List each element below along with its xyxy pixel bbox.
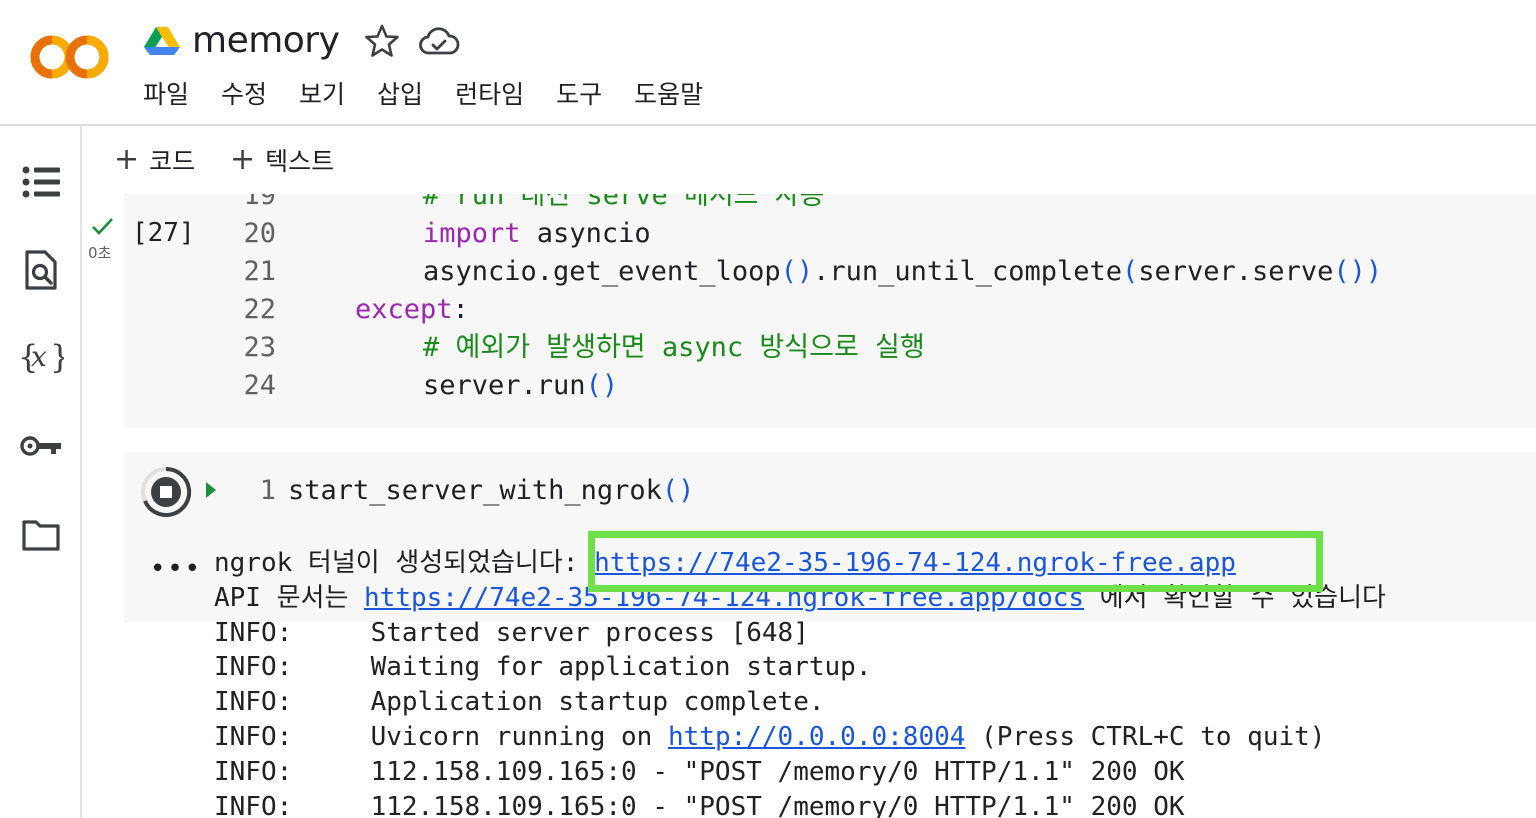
- toc-icon: [22, 166, 60, 198]
- code-token: server.serve: [1138, 256, 1334, 287]
- code-line: except:: [355, 291, 469, 329]
- log-label: INFO:: [214, 617, 293, 648]
- secrets-icon: [20, 436, 61, 456]
- log-message: 112.158.109.165:0 - "POST /memory/0 HTTP…: [370, 791, 1185, 818]
- secrets-button[interactable]: [18, 423, 64, 469]
- keyword: import: [423, 218, 521, 249]
- output-line: INFO: 112.158.109.165:0 - "POST /memory/…: [214, 755, 1386, 790]
- code-line: import asyncio: [423, 215, 651, 253]
- log-message: Waiting for application startup.: [370, 652, 872, 683]
- output-line: INFO: Application startup complete.: [214, 685, 1386, 720]
- find-button[interactable]: [18, 247, 64, 293]
- execution-time: 0초: [88, 244, 112, 262]
- line-number: 1: [259, 475, 276, 506]
- line-number: 23: [243, 332, 276, 363]
- cell-output: ngrok 터널이 생성되었습니다: https://74e2-35-196-7…: [214, 546, 1386, 818]
- code-line: server.run(): [423, 367, 618, 405]
- files-button[interactable]: [18, 512, 64, 558]
- docs-link[interactable]: https://74e2-35-196-74-124.ngrok-free.ap…: [364, 583, 1084, 613]
- star-icon[interactable]: [364, 23, 400, 59]
- bracket: (): [585, 370, 619, 401]
- output-line: API 문서는 https://74e2-35-196-74-124.ngrok…: [214, 581, 1386, 616]
- plus-icon: +: [230, 142, 256, 177]
- bracket: (): [661, 475, 695, 506]
- menu-help[interactable]: 도움말: [634, 76, 703, 116]
- add-code-button[interactable]: + 코드: [114, 140, 195, 180]
- line-number: 19: [243, 194, 276, 211]
- line-number: 21: [243, 256, 276, 287]
- docs-suffix: 에서 확인할 수 있습니다: [1084, 582, 1386, 613]
- uvicorn-link[interactable]: http://0.0.0.0:8004: [668, 722, 965, 752]
- variables-icon: { x }: [18, 338, 64, 376]
- line-number: 24: [243, 370, 276, 401]
- menu-edit[interactable]: 수정: [221, 76, 267, 116]
- log-message: 112.158.109.165:0 - "POST /memory/0 HTTP…: [370, 756, 1185, 787]
- code-line: start_server_with_ngrok(): [288, 472, 694, 510]
- docs-text: API 문서는: [214, 582, 365, 613]
- plus-icon: +: [114, 142, 140, 177]
- code-token: server.run: [423, 370, 586, 401]
- output-line: INFO: Waiting for application startup.: [214, 650, 1386, 685]
- log-message: Started server process [648]: [370, 617, 809, 648]
- bracket: (: [1122, 256, 1139, 287]
- log-message: Application startup complete.: [370, 687, 825, 718]
- log-label: INFO:: [214, 687, 293, 718]
- menu-insert[interactable]: 삽입: [377, 76, 423, 116]
- toc-button[interactable]: [18, 159, 64, 205]
- log-label: INFO:: [214, 791, 293, 818]
- add-code-label: 코드: [149, 147, 196, 176]
- stop-icon[interactable]: [140, 466, 192, 518]
- notebook-title[interactable]: memory: [192, 19, 340, 63]
- menu-runtime[interactable]: 런타임: [455, 76, 524, 116]
- bracket: (): [780, 256, 814, 287]
- colab-logo[interactable]: [28, 30, 112, 84]
- output-line: ngrok 터널이 생성되었습니다: https://74e2-35-196-7…: [214, 546, 1386, 581]
- menu-file[interactable]: 파일: [143, 76, 189, 116]
- find-icon: [25, 250, 57, 290]
- log-message: (Press CTRL+C to quit): [965, 721, 1326, 752]
- output-line: INFO: Uvicorn running on http://0.0.0.0:…: [214, 720, 1386, 755]
- output-menu-icon[interactable]: •••: [150, 554, 202, 584]
- line-number: 22: [243, 294, 276, 325]
- code-token: start_server_with_ngrok: [288, 475, 662, 506]
- svg-text:}: }: [50, 338, 64, 376]
- folder-icon: [22, 520, 60, 551]
- cloud-icon[interactable]: [418, 26, 460, 58]
- log-label: INFO:: [214, 721, 293, 752]
- menu-tools[interactable]: 도구: [556, 76, 602, 116]
- code-line: # run 대신 serve 메서드 사용: [423, 194, 825, 211]
- code-line: # 예외가 발생하면 async 방식으로 실행: [423, 332, 925, 363]
- notebook-toolbar: + 코드 + 텍스트: [84, 128, 1536, 194]
- notebook-area: 0초 [27] 19 # run 대신 serve 메서드 사용 20 impo…: [84, 194, 1536, 818]
- bracket: ()): [1333, 256, 1383, 287]
- drive-icon[interactable]: [144, 25, 180, 57]
- svg-text:x: x: [31, 340, 47, 373]
- header: memory 파일 수정 보기 삽입 런타임 도구 도움말: [0, 0, 1536, 126]
- code-token: asyncio.get_event_loop: [423, 256, 781, 287]
- left-sidebar: { x }: [0, 126, 82, 818]
- code-token: :: [452, 294, 469, 325]
- cell-separator: [124, 428, 1536, 452]
- tunnel-text: ngrok 터널이 생성되었습니다:: [214, 548, 595, 578]
- code-line: asyncio.get_event_loop().run_until_compl…: [423, 253, 1382, 291]
- log-label: INFO:: [214, 652, 293, 683]
- output-line: INFO: Started server process [648]: [214, 616, 1386, 651]
- add-text-button[interactable]: + 텍스트: [230, 140, 334, 180]
- check-icon: [92, 218, 113, 235]
- log-message: Uvicorn running on: [370, 721, 668, 752]
- tunnel-link[interactable]: https://74e2-35-196-74-124.ngrok-free.ap…: [594, 548, 1236, 578]
- menubar: 파일 수정 보기 삽입 런타임 도구 도움말: [143, 76, 735, 116]
- code-token: asyncio: [520, 218, 651, 249]
- log-label: INFO:: [214, 756, 293, 787]
- output-line: INFO: 112.158.109.165:0 - "POST /memory/…: [214, 790, 1386, 818]
- line-number: 20: [243, 218, 276, 249]
- variables-button[interactable]: { x }: [18, 334, 64, 380]
- running-code-cell[interactable]: 1 start_server_with_ngrok(): [124, 452, 1536, 530]
- add-text-label: 텍스트: [265, 147, 335, 176]
- code-token: .run_until_complete: [813, 256, 1122, 287]
- keyword: except: [355, 294, 453, 325]
- execution-count: [27]: [132, 218, 195, 248]
- menu-view[interactable]: 보기: [299, 76, 345, 116]
